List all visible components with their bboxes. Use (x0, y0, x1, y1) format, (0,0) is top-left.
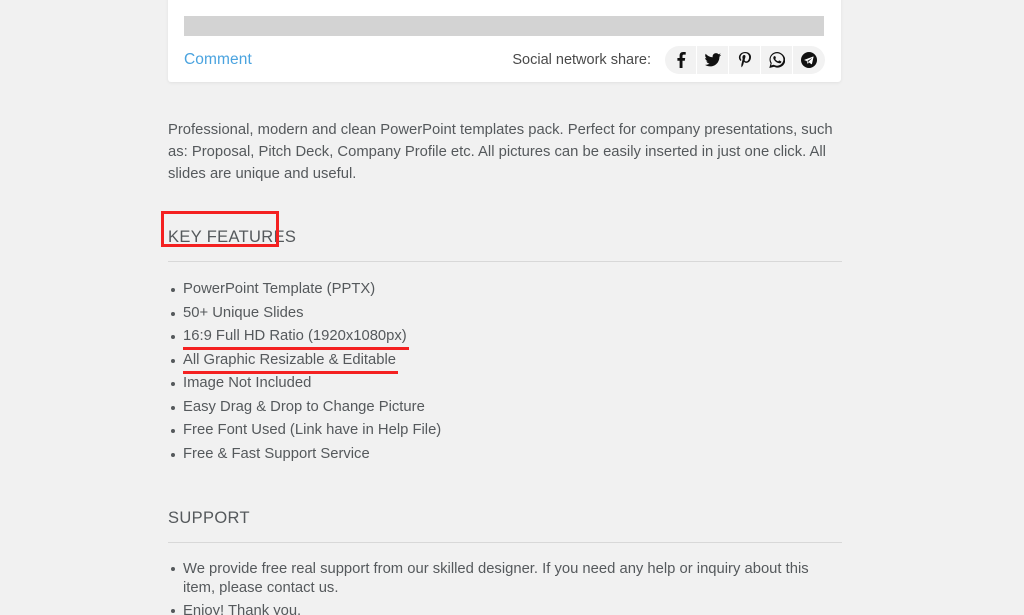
list-item-label: PowerPoint Template (PPTX) (183, 281, 376, 298)
twitter-icon (704, 53, 721, 67)
list-item-label: Image Not Included (183, 375, 312, 392)
list-item-label: We provide free real support from our sk… (183, 561, 809, 596)
social-share-pill (665, 46, 825, 74)
list-item-label: Free Font Used (Link have in Help File) (183, 422, 442, 439)
list-item: Easy Drag & Drop to Change Picture (168, 396, 842, 419)
list-item-label: Easy Drag & Drop to Change Picture (183, 398, 425, 415)
telegram-icon (801, 52, 817, 68)
card-footer: Comment Social network share: (168, 38, 841, 82)
list-item-label: 16:9 Full HD Ratio (1920x1080px) (183, 325, 409, 351)
key-features-heading: KEY FEATURES (168, 228, 297, 247)
whatsapp-icon (768, 52, 785, 68)
list-item-label: 50+ Unique Slides (183, 304, 304, 321)
facebook-share-button[interactable] (665, 46, 697, 74)
key-features-divider (168, 261, 842, 263)
telegram-share-button[interactable] (793, 46, 825, 74)
post-card: Comment Social network share: (168, 0, 841, 82)
key-features-list: PowerPoint Template (PPTX) 50+ Unique Sl… (168, 278, 842, 466)
comment-link[interactable]: Comment (184, 51, 252, 69)
list-item-label: All Graphic Resizable & Editable (183, 349, 399, 374)
media-placeholder-bar (184, 16, 824, 36)
list-item: Image Not Included (168, 372, 842, 395)
product-description-page: Comment Social network share: Profession… (0, 0, 1024, 615)
list-item: PowerPoint Template (PPTX) (168, 278, 842, 301)
list-item: Enjoy! Thank you. (168, 602, 838, 615)
twitter-share-button[interactable] (697, 46, 729, 74)
support-list: We provide free real support from our sk… (168, 560, 838, 615)
list-item: Free Font Used (Link have in Help File) (168, 419, 842, 442)
social-share-label: Social network share: (512, 52, 651, 68)
facebook-icon (674, 52, 688, 68)
list-item: Free & Fast Support Service (168, 443, 842, 466)
support-heading: SUPPORT (168, 509, 250, 528)
whatsapp-share-button[interactable] (761, 46, 793, 74)
list-item: We provide free real support from our sk… (168, 560, 838, 597)
description-content: Professional, modern and clean PowerPoin… (168, 120, 842, 615)
list-item: 50+ Unique Slides (168, 302, 842, 325)
pinterest-share-button[interactable] (729, 46, 761, 74)
support-divider (168, 542, 842, 544)
list-item: All Graphic Resizable & Editable (168, 349, 842, 374)
list-item: 16:9 Full HD Ratio (1920x1080px) (168, 325, 842, 351)
product-description-text: Professional, modern and clean PowerPoin… (168, 122, 833, 182)
list-item-label: Enjoy! Thank you. (183, 603, 302, 615)
social-share-group: Social network share: (512, 46, 825, 74)
list-item-label: Free & Fast Support Service (183, 445, 370, 462)
pinterest-icon (738, 51, 752, 69)
